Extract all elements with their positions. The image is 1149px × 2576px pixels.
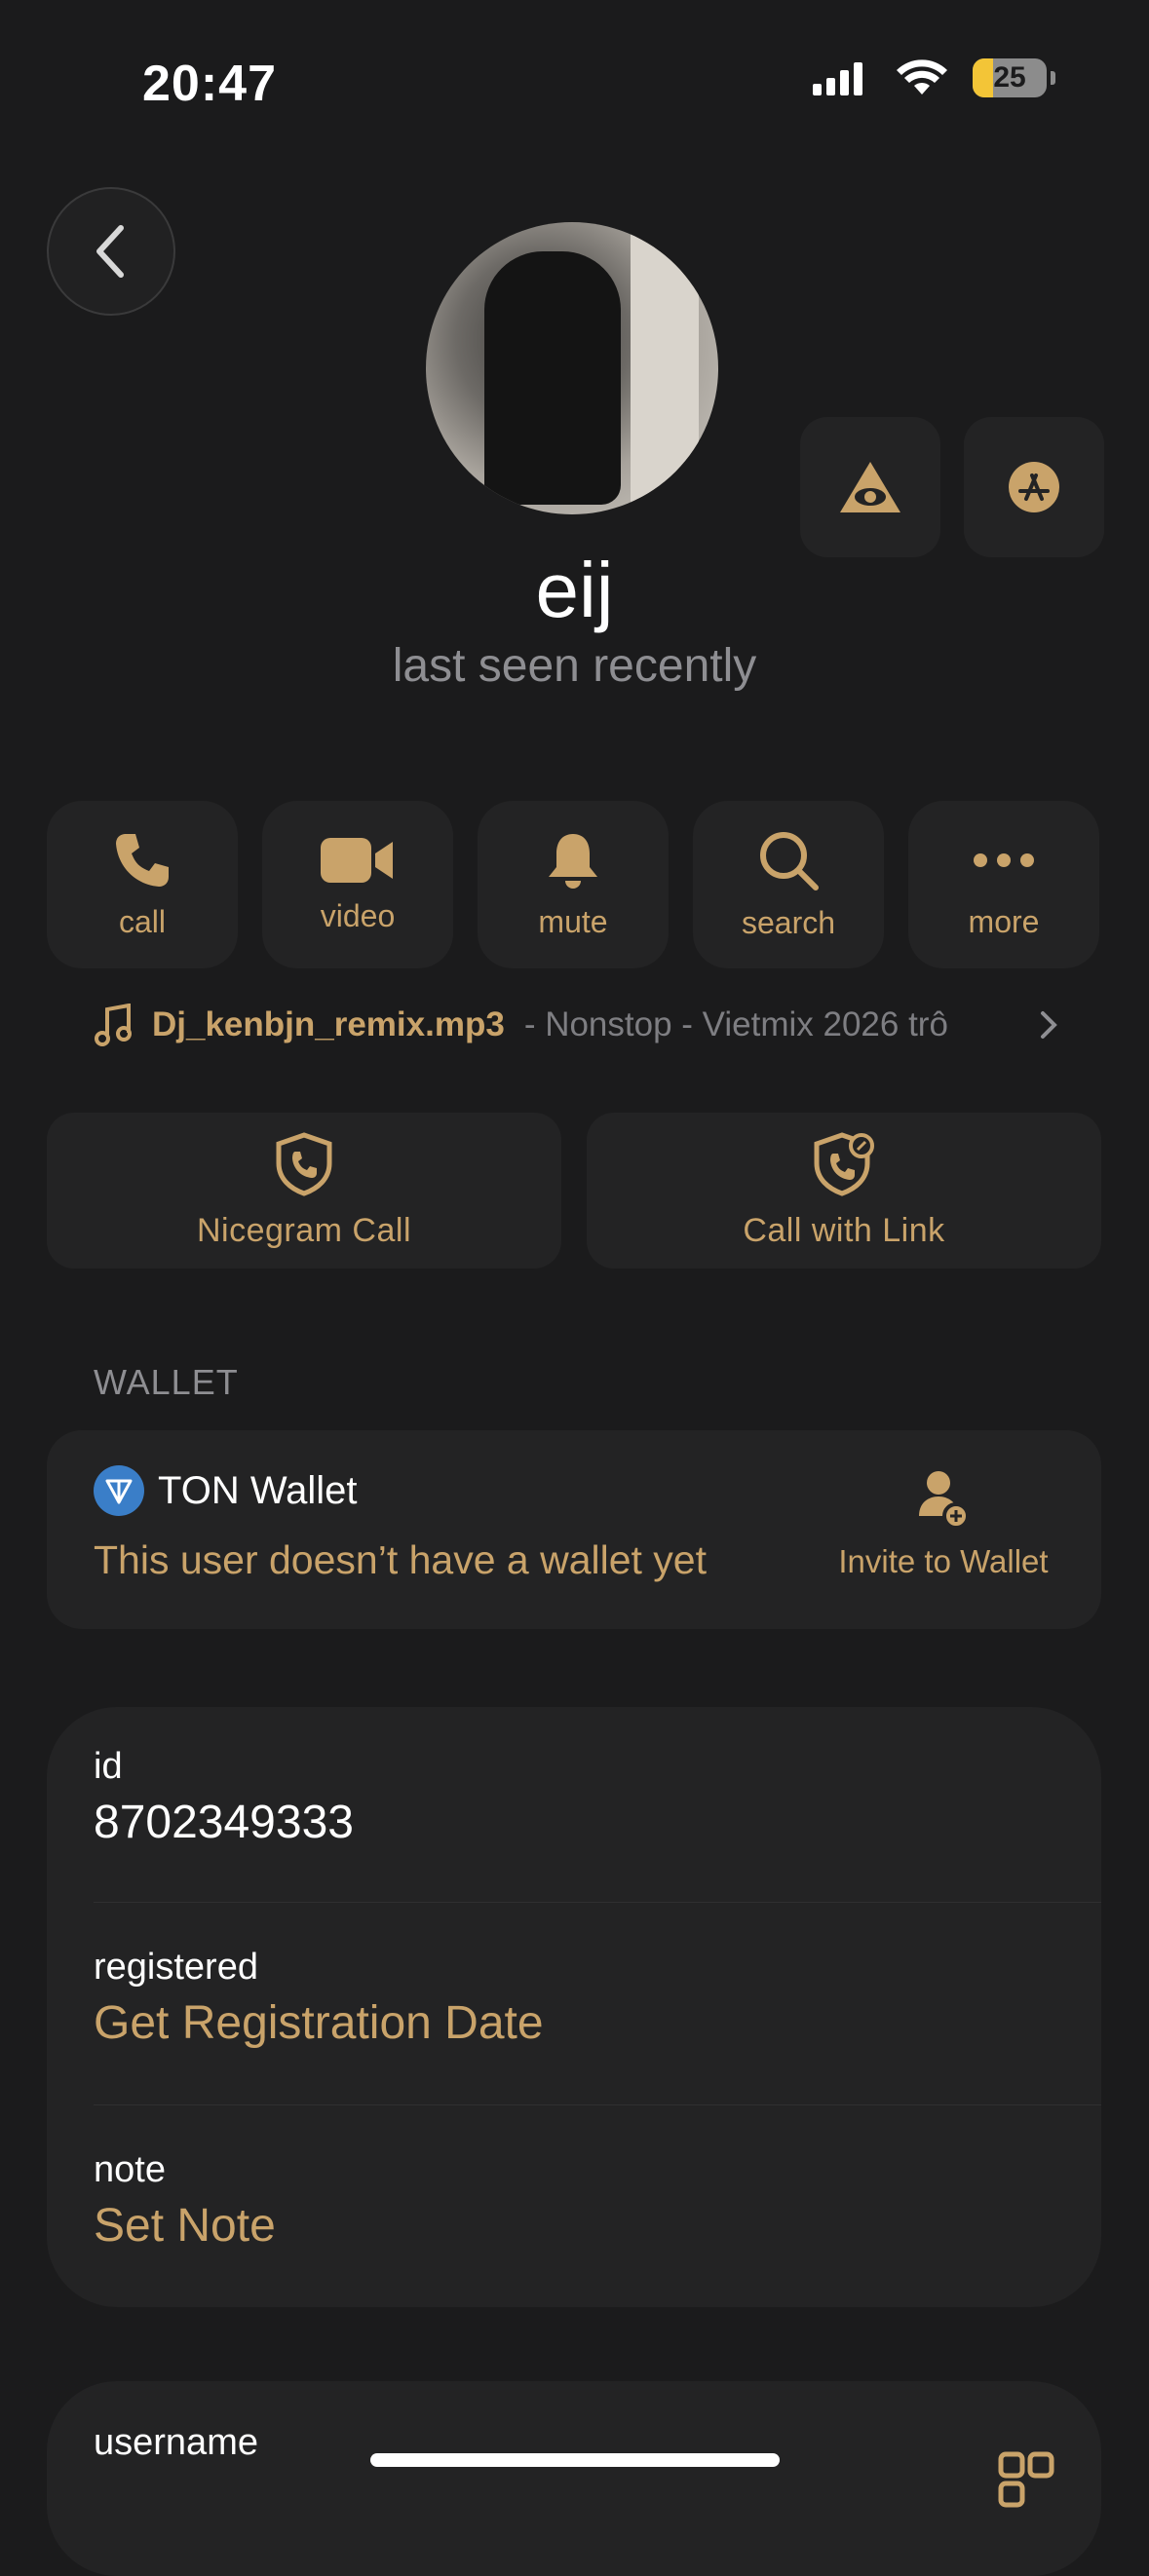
id-row[interactable]: id 8702349333	[94, 1746, 1054, 1849]
video-button[interactable]: video	[262, 801, 453, 968]
chevron-left-icon	[96, 225, 124, 278]
nicegram-call-button[interactable]: Nicegram Call	[47, 1113, 561, 1269]
username-label: username	[94, 2422, 258, 2463]
shield-phone-icon	[276, 1131, 332, 1196]
more-label: more	[968, 903, 1040, 939]
invite-to-wallet-button[interactable]: Invite to Wallet	[817, 1469, 1070, 1580]
set-note-link[interactable]: Set Note	[94, 2199, 1054, 2253]
call-label: call	[118, 903, 166, 939]
search-button[interactable]: search	[693, 801, 884, 968]
note-row[interactable]: note Set Note	[94, 2149, 1054, 2253]
qr-code-icon[interactable]	[998, 2451, 1054, 2508]
invite-to-wallet-label: Invite to Wallet	[838, 1543, 1049, 1579]
wallet-card: TON Wallet This user doesn’t have a wall…	[47, 1430, 1101, 1629]
appstore-icon	[1009, 462, 1059, 512]
profile-music[interactable]: Dj_kenbjn_remix.mp3 - Nonstop - Vietmix …	[94, 1004, 1058, 1046]
wallet-title: TON Wallet	[158, 1468, 358, 1512]
more-button[interactable]: more	[908, 801, 1099, 968]
mute-button[interactable]: mute	[478, 801, 669, 968]
call-button[interactable]: call	[47, 801, 238, 968]
id-label: id	[94, 1746, 123, 1787]
phone-icon	[116, 833, 169, 887]
search-icon	[760, 831, 819, 890]
ton-logo-icon	[94, 1465, 144, 1516]
mute-label: mute	[538, 903, 608, 939]
call-with-link-button[interactable]: Call with Link	[587, 1113, 1101, 1269]
call-with-link-label: Call with Link	[743, 1211, 945, 1249]
video-camera-icon	[321, 837, 393, 883]
cellular-signal-icon	[813, 62, 862, 95]
ellipsis-icon	[974, 852, 1034, 867]
info-card: id 8702349333 registered Get Registratio…	[47, 1707, 1101, 2307]
wifi-icon	[897, 59, 947, 95]
video-label: video	[320, 897, 396, 933]
note-label: note	[94, 2149, 166, 2190]
add-user-icon	[919, 1471, 970, 1530]
status-time: 20:47	[142, 56, 277, 112]
battery-level: 25	[993, 61, 1026, 94]
search-label: search	[741, 904, 836, 940]
profile-name: eij	[535, 547, 614, 633]
battery-icon: 25	[973, 58, 1047, 97]
bell-icon	[549, 833, 597, 889]
music-song-details: - Nonstop - Vietmix 2026 trô	[523, 1005, 948, 1043]
back-button[interactable]	[47, 187, 175, 316]
chevron-right-icon	[1041, 1011, 1057, 1039]
eye-pyramid-button[interactable]	[800, 417, 940, 557]
action-bar: call video mute search more	[47, 801, 1099, 968]
id-value: 8702349333	[94, 1797, 354, 1848]
music-song-title: Dj_kenbjn_remix.mp3	[152, 1005, 505, 1043]
wallet-section-title: WALLET	[94, 1362, 239, 1402]
appstore-button[interactable]	[964, 417, 1104, 557]
username-card[interactable]: username	[47, 2381, 1101, 2576]
nicegram-call-label: Nicegram Call	[197, 1211, 411, 1249]
shield-link-icon	[814, 1131, 874, 1196]
last-seen-status: last seen recently	[392, 640, 757, 692]
registered-label: registered	[94, 1947, 258, 1988]
wallet-message: This user doesn’t have a wallet yet	[94, 1537, 707, 1582]
status-indicators: 25	[813, 58, 1055, 97]
avatar[interactable]	[426, 222, 718, 514]
eye-pyramid-icon	[840, 462, 900, 512]
registered-row[interactable]: registered Get Registration Date	[94, 1947, 1054, 2050]
music-note-icon	[95, 1004, 132, 1046]
get-registration-date-link[interactable]: Get Registration Date	[94, 1996, 1054, 2050]
home-indicator[interactable]	[370, 2453, 780, 2467]
